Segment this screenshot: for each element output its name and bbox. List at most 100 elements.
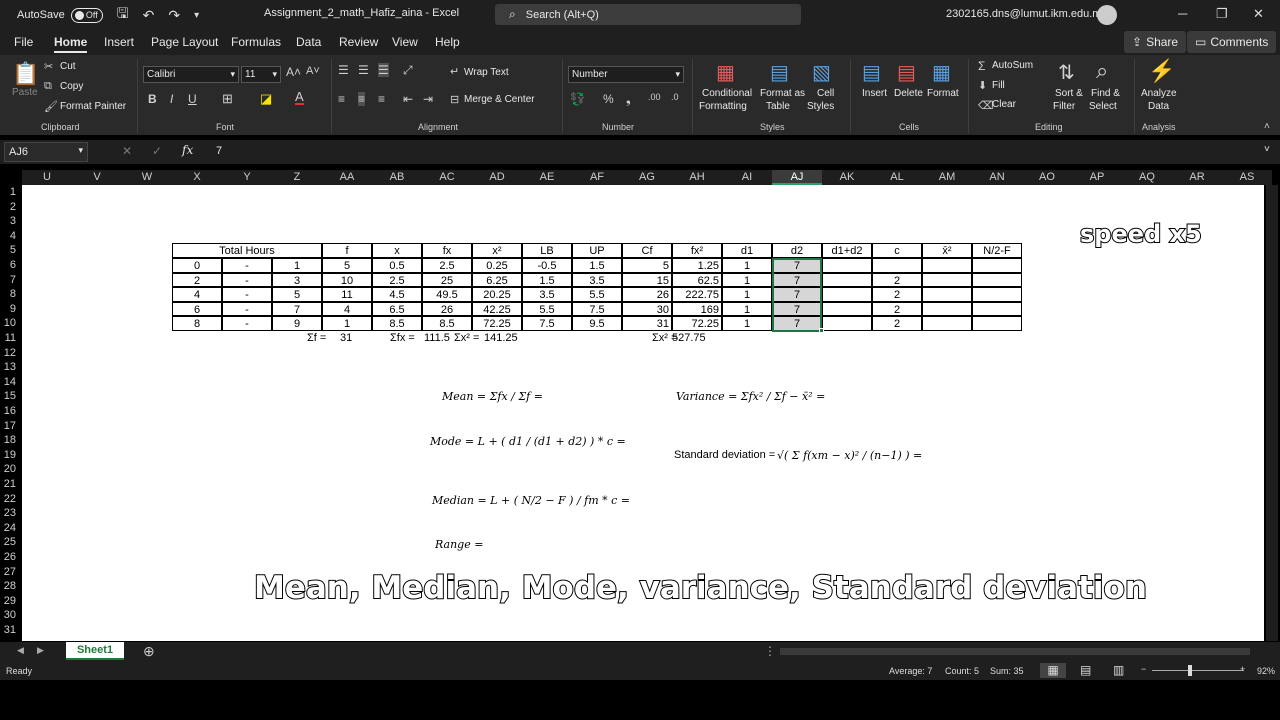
column-header[interactable]: AR (1172, 170, 1222, 185)
scroll-right-icon[interactable]: ▶ (37, 645, 44, 656)
row-header[interactable]: 22 (0, 492, 22, 507)
tab-review[interactable]: Review (339, 35, 378, 49)
zoom-slider[interactable] (1152, 670, 1244, 671)
align-left-icon[interactable]: ≡ (338, 92, 345, 106)
share-button[interactable]: ⇪ Share (1124, 31, 1187, 53)
column-header[interactable]: AM (922, 170, 972, 185)
column-header[interactable]: Z (272, 170, 322, 185)
name-box[interactable]: AJ6 ▾ (4, 142, 88, 162)
underline-icon[interactable]: U (188, 92, 197, 106)
fill-icon[interactable]: ⬇ (978, 79, 987, 92)
row-header[interactable]: 21 (0, 477, 22, 492)
increase-indent-icon[interactable]: ⇥ (423, 92, 433, 106)
column-header[interactable]: AE (522, 170, 572, 185)
table-cell[interactable]: 3 (272, 272, 322, 288)
italic-icon[interactable]: I (170, 92, 173, 106)
zoom-slider-thumb[interactable] (1188, 665, 1192, 676)
paste-icon[interactable]: 📋 (12, 61, 39, 87)
cut-icon[interactable]: ✂ (44, 60, 53, 73)
find-select-label-2[interactable]: Select (1089, 101, 1117, 112)
table-header[interactable]: N/2-F (972, 243, 1022, 258)
format-cells-icon[interactable]: ▦ (932, 60, 951, 85)
row-header[interactable]: 11 (0, 331, 22, 346)
table-cell[interactable]: 30 (622, 301, 672, 317)
undo-icon[interactable]: ↶ (143, 7, 155, 24)
table-cell[interactable]: 169 (672, 301, 722, 317)
row-header[interactable]: 27 (0, 565, 22, 580)
row-header[interactable]: 8 (0, 287, 22, 302)
tab-insert[interactable]: Insert (104, 35, 134, 49)
table-cell[interactable]: 1 (722, 316, 772, 331)
row-header[interactable]: 9 (0, 302, 22, 317)
column-header[interactable]: X (172, 170, 222, 185)
table-cell[interactable]: - (222, 258, 272, 273)
format-as-table-label-1[interactable]: Format as (760, 88, 805, 99)
table-cell[interactable] (922, 287, 972, 302)
table-cell[interactable]: - (222, 272, 272, 288)
increase-decimal-icon[interactable]: .00 (648, 92, 661, 102)
table-cell[interactable]: 5 (322, 258, 372, 273)
wrap-text-icon[interactable]: ↵ (450, 65, 459, 78)
table-cell[interactable]: 0.25 (472, 258, 522, 273)
table-cell[interactable]: 1 (272, 258, 322, 273)
table-cell[interactable]: - (222, 301, 272, 317)
column-header[interactable]: AA (322, 170, 372, 185)
column-header[interactable]: AB (372, 170, 422, 185)
table-cell[interactable] (822, 258, 872, 273)
table-header[interactable]: fx² (672, 243, 722, 258)
insert-function-icon[interactable]: fx (182, 143, 193, 157)
row-header[interactable]: 5 (0, 243, 22, 258)
decrease-decimal-icon[interactable]: .0 (671, 92, 679, 102)
table-cell[interactable] (822, 301, 872, 317)
table-cell[interactable]: 20.25 (472, 287, 522, 302)
table-cell[interactable]: 6.25 (472, 272, 522, 288)
table-header[interactable]: x² (472, 243, 522, 258)
table-header[interactable]: Cf (622, 243, 672, 258)
page-break-view-icon[interactable]: ▥ (1113, 663, 1124, 677)
table-header[interactable]: d1+d2 (822, 243, 872, 258)
table-cell[interactable] (972, 272, 1022, 288)
page-layout-view-icon[interactable]: ▤ (1080, 663, 1091, 677)
avatar[interactable] (1097, 5, 1117, 25)
table-cell[interactable]: 3.5 (522, 287, 572, 302)
table-cell[interactable]: 2 (872, 316, 922, 331)
tab-home[interactable]: Home (54, 35, 88, 53)
table-cell[interactable]: 0 (172, 258, 222, 273)
table-cell[interactable] (972, 316, 1022, 331)
delete-cells-button[interactable]: Delete (894, 88, 923, 99)
cell-styles-label-2[interactable]: Styles (807, 101, 834, 112)
table-cell[interactable]: 4 (322, 301, 372, 317)
header-total-hours[interactable]: Total Hours (172, 243, 322, 258)
table-header[interactable]: LB (522, 243, 572, 258)
table-cell[interactable]: 31 (622, 316, 672, 331)
table-cell[interactable] (922, 272, 972, 288)
table-header[interactable]: d2 (772, 243, 822, 258)
format-cells-button[interactable]: Format (927, 88, 959, 99)
row-header[interactable]: 4 (0, 229, 22, 244)
formula-input[interactable]: 7 (216, 145, 222, 157)
expand-formula-bar-icon[interactable]: ˅ (1264, 144, 1270, 155)
row-header[interactable]: 2 (0, 200, 22, 215)
tab-split-icon[interactable]: ⋮ (764, 644, 776, 658)
orientation-icon[interactable]: ⤢ (403, 63, 413, 78)
table-cell[interactable]: 25 (422, 272, 472, 288)
table-cell[interactable]: 1 (722, 301, 772, 317)
row-header[interactable]: 3 (0, 214, 22, 229)
sort-filter-label-1[interactable]: Sort & (1055, 88, 1083, 99)
row-header[interactable]: 28 (0, 579, 22, 594)
table-header[interactable]: fx (422, 243, 472, 258)
table-cell[interactable]: 2 (872, 287, 922, 302)
font-size-select[interactable]: 11 (241, 66, 281, 83)
increase-font-icon[interactable]: A˄ (286, 65, 301, 79)
row-header[interactable]: 17 (0, 419, 22, 434)
close-icon[interactable]: ✕ (1253, 6, 1264, 22)
table-cell[interactable]: 1 (322, 316, 372, 331)
decrease-indent-icon[interactable]: ⇤ (403, 92, 413, 106)
analyze-data-icon[interactable]: ⚡ (1148, 58, 1175, 84)
table-cell[interactable]: 8.5 (372, 316, 422, 331)
column-header[interactable]: AD (472, 170, 522, 185)
column-header[interactable]: Y (222, 170, 272, 185)
wrap-text-button[interactable]: Wrap Text (464, 67, 509, 78)
horizontal-scrollbar[interactable] (780, 648, 1250, 655)
table-cell[interactable]: 42.25 (472, 301, 522, 317)
